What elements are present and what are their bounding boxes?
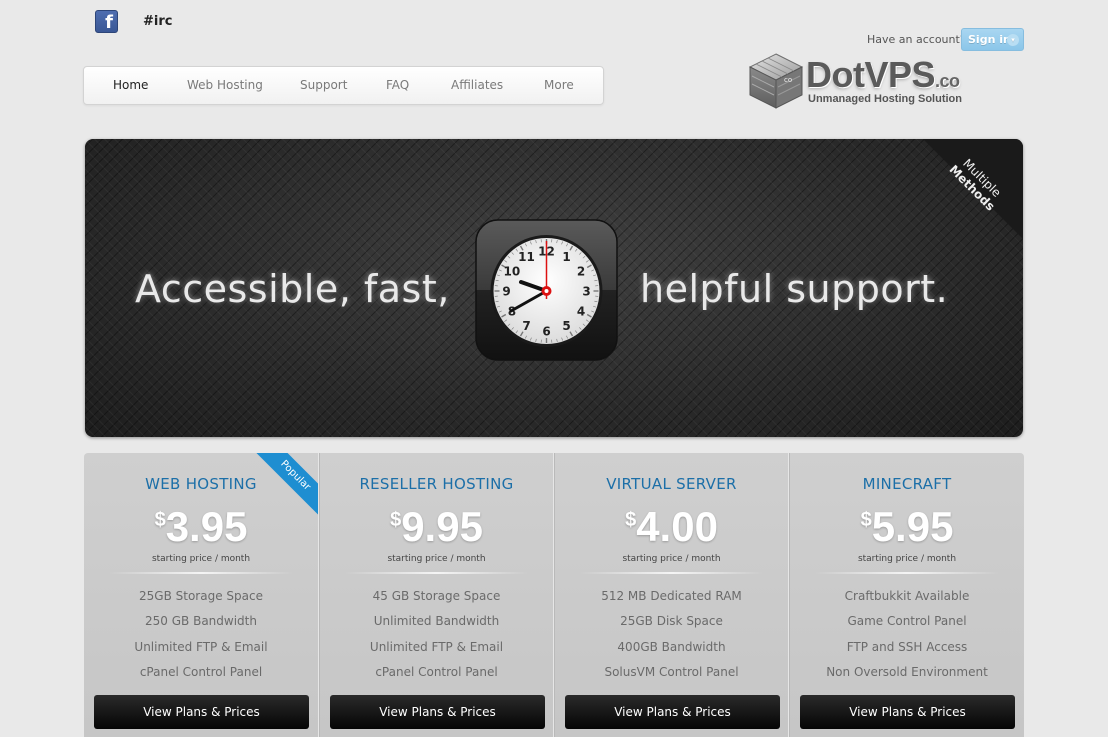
plan-card: RESELLER HOSTING $9.95 starting price / … [319, 453, 554, 737]
price-period: starting price / month [387, 554, 486, 564]
plan-feature: 25GB Disk Space [620, 614, 723, 628]
irc-link[interactable]: #irc [143, 14, 172, 29]
plan-price: $5.95 [790, 503, 1024, 551]
plan-card: VIRTUAL SERVER $4.00 starting price / mo… [554, 453, 789, 737]
clock-icon: 121234567891011 [475, 219, 618, 361]
plan-title: RESELLER HOSTING [359, 475, 514, 493]
price-period: starting price / month [151, 554, 251, 564]
clock-number: 1 [562, 250, 570, 264]
clock-number: 3 [582, 285, 590, 299]
nav-item-affiliates[interactable]: Affiliates [451, 67, 503, 104]
currency-symbol: $ [390, 509, 402, 531]
divider [345, 572, 528, 574]
logo-tagline: Unmanaged Hosting Solution [808, 93, 962, 105]
plan-feature: Game Control Panel [847, 614, 967, 628]
price-amount: 9.95 [401, 503, 483, 550]
plan-feature: SolusVM Control Panel [604, 665, 739, 679]
plan-title: WEB HOSTING [145, 475, 257, 493]
nav-item-more[interactable]: More [544, 67, 574, 104]
plan-feature: 512 MB Dedicated RAM [601, 589, 742, 603]
clock-number: 4 [577, 305, 585, 319]
clock-number: 6 [542, 325, 550, 339]
divider [109, 572, 293, 574]
sign-in-button[interactable]: Sign in ▾ [961, 28, 1024, 51]
logo-badge-text: co [784, 76, 792, 84]
nav-item-web-hosting[interactable]: Web Hosting [187, 67, 263, 104]
plan-feature: Unlimited FTP & Email [369, 640, 504, 654]
view-plans-button[interactable]: View Plans & Prices [330, 695, 545, 729]
facebook-icon[interactable]: f [95, 10, 118, 33]
currency-symbol: $ [625, 509, 637, 531]
divider [580, 572, 763, 574]
sign-in-label: Sign in [968, 33, 1011, 46]
nav-item-support[interactable]: Support [300, 67, 347, 104]
divider [815, 572, 999, 574]
plan-feature: 250 GB Bandwidth [145, 614, 257, 628]
clock-number: 10 [504, 265, 521, 279]
nav-item-faq[interactable]: FAQ [386, 67, 409, 104]
price-period: starting price / month [857, 554, 957, 564]
pricing-table: Popular WEB HOSTING $3.95 starting price… [84, 453, 1024, 737]
plan-feature: 400GB Bandwidth [617, 640, 726, 654]
plan-feature: Craftbukkit Available [844, 589, 970, 603]
plan-title: MINECRAFT [862, 475, 952, 493]
main-nav: Home Web Hosting Support FAQ Affiliates … [83, 66, 604, 105]
corner-ribbon: Multiple Methods [923, 139, 1023, 239]
price-period: starting price / month [622, 554, 721, 564]
banner-text-left: Accessible, fast, [135, 267, 450, 311]
plan-feature: Unlimited FTP & Email [134, 640, 268, 654]
plan-feature: Unlimited Bandwidth [373, 614, 500, 628]
plan-feature: cPanel Control Panel [375, 665, 498, 679]
logo-name: DotVPS [806, 54, 936, 95]
price-amount: 5.95 [871, 503, 954, 550]
view-plans-button[interactable]: View Plans & Prices [565, 695, 780, 729]
clock-number: 11 [518, 250, 535, 264]
currency-symbol: $ [860, 509, 872, 531]
plan-feature: Non Oversold Environment [826, 665, 988, 679]
clock-number: 7 [522, 319, 530, 333]
account-prompt: Have an account? [867, 33, 966, 46]
view-plans-button[interactable]: View Plans & Prices [800, 695, 1015, 729]
plan-price: $3.95 [84, 503, 318, 551]
clock-number: 5 [562, 319, 570, 333]
plan-card: Popular WEB HOSTING $3.95 starting price… [84, 453, 319, 737]
currency-symbol: $ [154, 509, 166, 531]
site-logo[interactable]: co DotVPS.co Unmanaged Hosting Solution [748, 52, 988, 114]
clock-number: 9 [502, 285, 510, 299]
plan-feature: 45 GB Storage Space [372, 589, 501, 603]
view-plans-button[interactable]: View Plans & Prices [94, 695, 309, 729]
plan-price: $9.95 [320, 503, 553, 551]
price-amount: 4.00 [636, 503, 718, 550]
plan-feature: 25GB Storage Space [139, 589, 263, 603]
plan-feature: cPanel Control Panel [139, 665, 263, 679]
chevron-down-icon: ▾ [1007, 34, 1019, 46]
nav-item-home[interactable]: Home [113, 67, 148, 104]
clock-number: 2 [577, 265, 585, 279]
logo-suffix: .co [935, 71, 960, 91]
banner-text-right: helpful support. [640, 267, 949, 311]
server-box-icon: co [748, 53, 804, 109]
plan-card: MINECRAFT $5.95 starting price / month C… [789, 453, 1024, 737]
price-amount: 3.95 [165, 503, 248, 550]
plan-feature: FTP and SSH Access [846, 640, 968, 654]
plan-title: VIRTUAL SERVER [606, 475, 737, 493]
hero-banner[interactable]: Accessible, fast, helpful support. 12 1 2 3… [85, 139, 1023, 437]
plan-price: $4.00 [555, 503, 788, 551]
